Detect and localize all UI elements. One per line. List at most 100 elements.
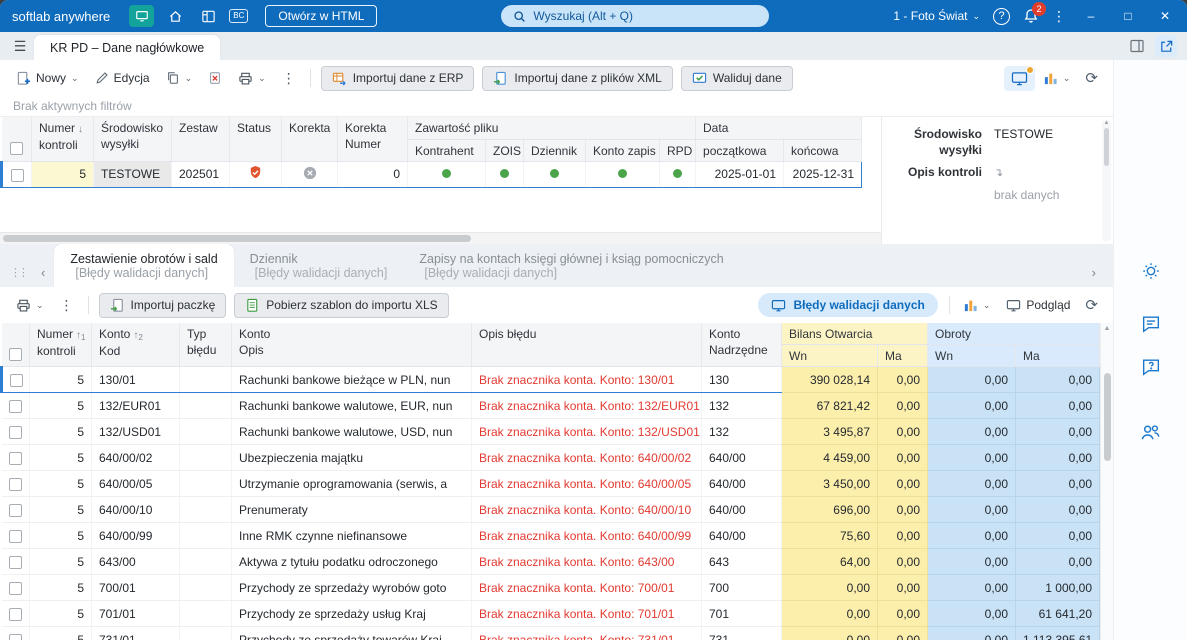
validate-button[interactable]: Waliduj dane	[680, 65, 793, 91]
kebab-menu-icon[interactable]: ⋮	[1052, 9, 1066, 23]
scrollbar-thumb[interactable]	[1104, 128, 1109, 166]
col-bilans-ma[interactable]: Ma	[877, 344, 928, 368]
col-zois[interactable]: ZOIS	[485, 139, 524, 162]
minimize-button[interactable]: –	[1079, 9, 1103, 23]
monitor-status-button[interactable]	[1003, 65, 1035, 91]
print-button[interactable]: ⌄	[231, 66, 273, 91]
row-checkbox[interactable]	[8, 504, 22, 518]
community-people-icon[interactable]	[1138, 419, 1164, 445]
row-checkbox[interactable]	[8, 530, 22, 544]
open-in-html-button[interactable]: Otwórz w HTML	[265, 5, 378, 27]
row-checkbox[interactable]	[8, 634, 22, 640]
share-icon[interactable]	[1155, 35, 1177, 57]
drag-handle-icon[interactable]: ⋮⋮	[8, 266, 32, 287]
scroll-up-icon[interactable]: ▲	[1102, 120, 1111, 126]
error-row[interactable]: 5 640/00/10 Prenumeraty Brak znacznika k…	[1, 496, 1100, 524]
tabs-scroll-left-icon[interactable]: ‹	[32, 265, 54, 287]
tab-zestawienie-obrotow[interactable]: Zestawienie obrotów i sald [Błędy walidac…	[54, 244, 234, 287]
refresh-icon[interactable]: ⟳	[1079, 294, 1104, 316]
col-konto-kod[interactable]: Konto ↑2 Kod	[91, 323, 180, 368]
detail-scrollbar[interactable]: ▲	[1102, 120, 1111, 241]
select-all-checkbox[interactable]	[8, 348, 22, 362]
maximize-button[interactable]: □	[1116, 9, 1140, 23]
error-row[interactable]: 5 640/00/99 Inne RMK czynne niefinansowe…	[1, 522, 1100, 550]
col-numer-kontroli[interactable]: Numer ↓ kontroli	[31, 117, 94, 162]
error-row[interactable]: 5 640/00/02 Ubezpieczenia majątku Brak z…	[1, 444, 1100, 472]
notifications-bell-icon[interactable]: 2	[1023, 2, 1046, 24]
vertical-scrollbar[interactable]: ▲	[1100, 323, 1113, 640]
col-rpd[interactable]: RPD	[659, 139, 697, 162]
search-box[interactable]	[501, 5, 770, 27]
app-monitor-icon[interactable]	[129, 5, 155, 27]
error-row[interactable]: 5 700/01 Przychody ze sprzedaży wyrobów …	[1, 574, 1100, 602]
scroll-up-icon[interactable]: ▲	[1101, 325, 1113, 332]
row-checkbox[interactable]	[8, 452, 22, 466]
row-checkbox[interactable]	[8, 556, 22, 570]
tab-dane-naglowkowe[interactable]: KR PD – Dane nagłówkowe	[34, 35, 221, 60]
col-dziennik[interactable]: Dziennik	[523, 139, 586, 162]
bc-badge[interactable]: BC	[229, 9, 249, 23]
col-obroty-wn[interactable]: Wn	[927, 344, 1016, 368]
import-xml-button[interactable]: Importuj dane z plików XML	[482, 65, 673, 91]
col-kontrahent[interactable]: Kontrahent	[407, 139, 486, 162]
edit-button[interactable]: Edycja	[88, 66, 157, 90]
error-row[interactable]: 5 643/00 Aktywa z tytułu podatku odroczo…	[1, 548, 1100, 576]
new-button[interactable]: Nowy ⌄	[9, 66, 86, 91]
col-group-data[interactable]: Data	[695, 117, 863, 140]
row-checkbox[interactable]	[8, 400, 22, 414]
tab-dziennik[interactable]: Dziennik [Błędy walidacji danych]	[234, 244, 404, 287]
col-typ-bledu[interactable]: Typ błędu	[179, 323, 232, 368]
delete-button[interactable]	[201, 66, 229, 90]
validation-errors-button[interactable]: Błędy walidacji danych	[758, 293, 938, 317]
close-button[interactable]: ✕	[1153, 9, 1177, 23]
refresh-icon[interactable]: ⟳	[1079, 67, 1104, 89]
error-row[interactable]: 5 731/01 Przychody ze sprzedaży towarów …	[1, 626, 1100, 640]
scrollbar-thumb[interactable]	[1104, 373, 1111, 461]
error-row[interactable]: 5 130/01 Rachunki bankowe bieżące w PLN,…	[0, 366, 1100, 394]
preview-button[interactable]: Podgląd	[999, 293, 1077, 317]
tab-zapisy-na-kontach[interactable]: Zapisy na kontach księgi głównej i ksiąg…	[403, 244, 739, 287]
col-konto-zapis[interactable]: Konto zapis	[585, 139, 660, 162]
col-konto-opis[interactable]: Konto Opis	[231, 323, 472, 368]
layout-panel-icon[interactable]	[1126, 35, 1148, 57]
col-numer-kontroli[interactable]: Numer ↑1 kontroli	[29, 323, 92, 368]
col-group-obroty[interactable]: Obroty	[927, 323, 1100, 346]
import-package-button[interactable]: Importuj paczkę	[98, 292, 227, 318]
print-button[interactable]: ⌄	[9, 293, 51, 318]
row-checkbox[interactable]	[10, 168, 24, 182]
row-checkbox[interactable]	[10, 374, 23, 388]
home-icon[interactable]	[163, 4, 187, 28]
row-checkbox[interactable]	[8, 582, 22, 596]
search-input[interactable]	[533, 9, 758, 23]
col-koncowa[interactable]: końcowa	[783, 139, 863, 162]
col-group-bilans-otwarcia[interactable]: Bilans Otwarcia	[781, 323, 928, 346]
horizontal-scrollbar[interactable]	[0, 232, 881, 244]
download-template-button[interactable]: Pobierz szablon do importu XLS	[234, 292, 449, 318]
col-konto-nadrzedne[interactable]: Konto Nadrzędne	[701, 323, 782, 368]
chart-view-button[interactable]: ⌄	[1037, 66, 1078, 90]
help-icon[interactable]: ?	[993, 7, 1010, 25]
company-selector[interactable]: 1 - Foto Świat ⌄	[893, 9, 980, 23]
error-row[interactable]: 5 701/01 Przychody ze sprzedaży usług Kr…	[1, 600, 1100, 628]
col-korekta[interactable]: Korekta	[281, 117, 338, 162]
error-row[interactable]: 5 132/USD01 Rachunki bankowe walutowe, U…	[1, 418, 1100, 446]
col-obroty-ma[interactable]: Ma	[1015, 344, 1100, 368]
feedback-comment-icon[interactable]	[1138, 311, 1164, 337]
assistant-icon[interactable]	[1138, 258, 1164, 284]
row-checkbox[interactable]	[8, 478, 22, 492]
panels-icon[interactable]	[196, 4, 220, 28]
row-checkbox[interactable]	[8, 426, 22, 440]
scrollbar-thumb[interactable]	[3, 235, 471, 242]
col-srodowisko[interactable]: Środowisko wysyłki	[93, 117, 172, 162]
import-erp-button[interactable]: Importuj dane z ERP	[320, 65, 475, 91]
copy-button[interactable]: ⌄	[159, 66, 200, 90]
more-actions-button[interactable]: ⋮	[275, 66, 303, 90]
more-actions-button[interactable]: ⋮	[53, 293, 81, 317]
row-checkbox[interactable]	[8, 608, 22, 622]
error-row[interactable]: 5 640/00/05 Utrzymanie oprogramowania (s…	[1, 470, 1100, 498]
tabs-scroll-right-icon[interactable]: ›	[1083, 265, 1105, 287]
col-opis-bledu[interactable]: Opis błędu	[471, 323, 702, 368]
col-status[interactable]: Status	[229, 117, 282, 162]
col-zestaw[interactable]: Zestaw	[171, 117, 230, 162]
col-bilans-wn[interactable]: Wn	[781, 344, 878, 368]
